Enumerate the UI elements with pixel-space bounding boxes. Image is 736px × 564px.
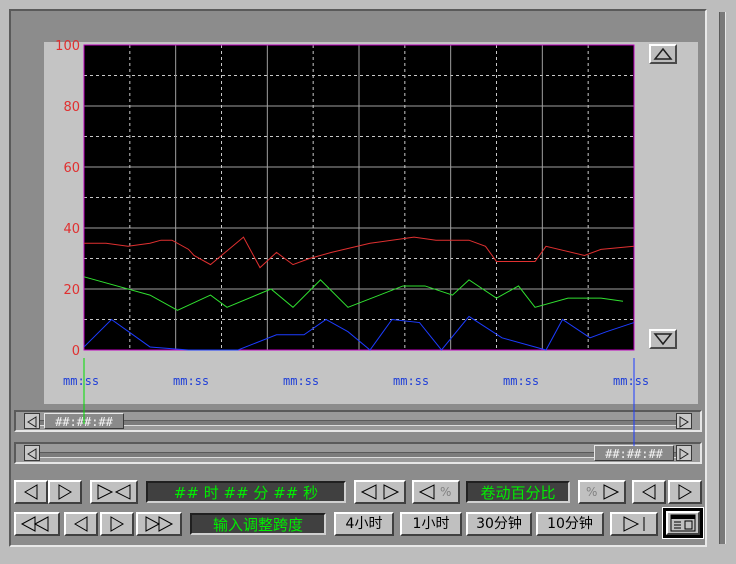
expand-icon (360, 484, 400, 500)
expand-span-button[interactable] (354, 480, 406, 504)
arrow-left-icon (74, 516, 88, 532)
scroll-percent-right-button[interactable]: % (578, 480, 626, 504)
arrow-right-icon (603, 484, 620, 500)
span-4h-button[interactable]: 4小时 (334, 512, 394, 536)
scroll-percent-left-button[interactable]: % (412, 480, 460, 504)
arrow-right-icon (678, 484, 692, 500)
go-to-end-icon (623, 516, 645, 532)
collapse-button[interactable] (90, 480, 138, 504)
arrow-left-icon (24, 484, 38, 500)
span-10m-button[interactable]: 10分钟 (536, 512, 604, 536)
forward-button[interactable] (100, 512, 134, 536)
step-back-button[interactable] (14, 480, 48, 504)
window-toggle-face (666, 511, 700, 535)
scroll-percent-label: 卷动百分比 (466, 481, 570, 503)
page-left-button[interactable] (632, 480, 666, 504)
span-1h-button[interactable]: 1小时 (400, 512, 462, 536)
collapse-icon (97, 484, 131, 500)
fast-forward-button[interactable] (136, 512, 182, 536)
fast-forward-icon (145, 516, 174, 532)
arrow-right-icon (110, 516, 124, 532)
span-30m-button[interactable]: 30分钟 (466, 512, 532, 536)
trend-viewer-window: 0 20 40 60 80 100 mm:ss mm:ss mm:ss mm:ss mm:… (0, 0, 736, 564)
page-right-button[interactable] (668, 480, 702, 504)
step-forward-button[interactable] (48, 480, 82, 504)
rewind-button[interactable] (64, 512, 98, 536)
fast-rewind-icon (20, 516, 49, 532)
arrow-left-icon (642, 484, 656, 500)
time-display: ## 时 ## 分 ## 秒 (146, 481, 346, 503)
fast-rewind-button[interactable] (14, 512, 60, 536)
window-icon (670, 514, 696, 532)
percent-symbol: % (440, 485, 452, 499)
span-input-label: 输入调整跨度 (190, 513, 326, 535)
go-to-end-button[interactable] (610, 512, 658, 536)
window-toggle-button[interactable] (662, 507, 704, 539)
arrow-right-icon (58, 484, 72, 500)
